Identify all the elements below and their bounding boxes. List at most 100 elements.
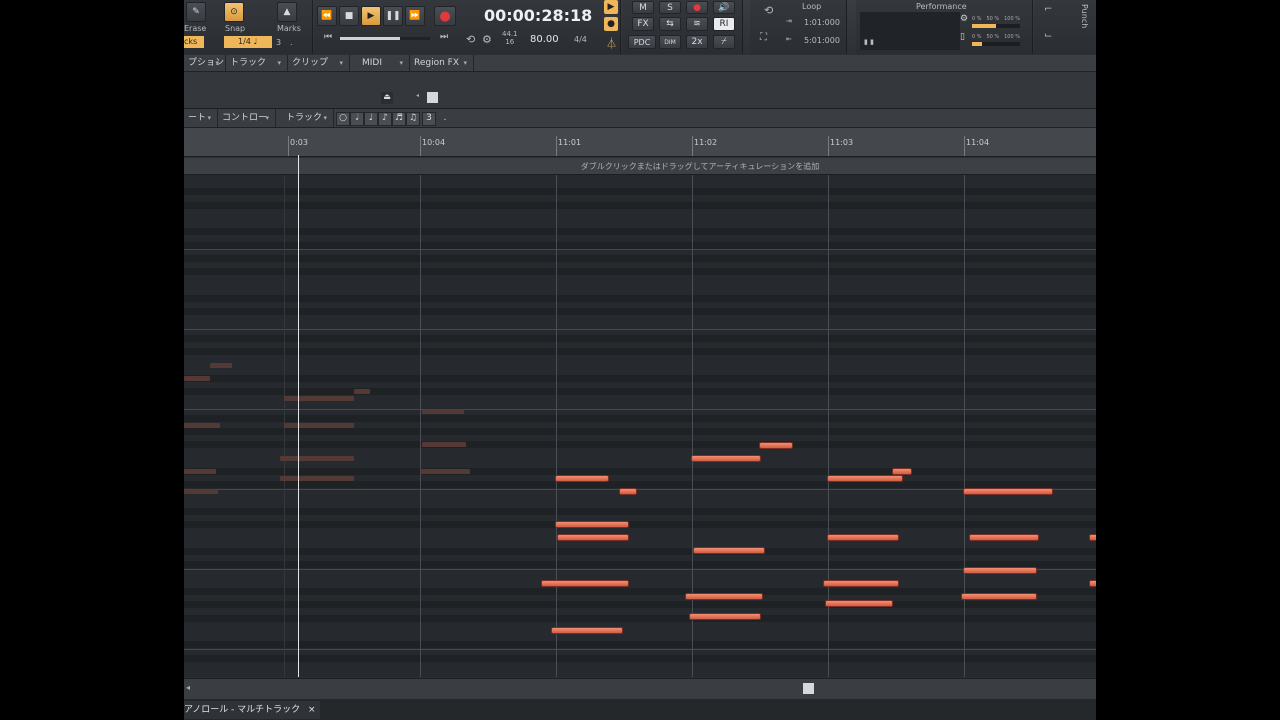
loop-end[interactable]: 5:01:000 <box>804 36 840 45</box>
track-menu[interactable]: トラック ▾ <box>226 55 288 71</box>
midi-note[interactable] <box>1090 535 1096 540</box>
time-ruler[interactable]: 0:03 10:04 11:01 11:02 11:03 11:04 <box>184 128 1096 157</box>
automation-button[interactable]: ≋ <box>686 17 708 31</box>
midi-note[interactable] <box>828 476 902 481</box>
clip-menu[interactable]: クリップ ▾ <box>288 55 350 71</box>
midi-note[interactable] <box>964 489 1052 494</box>
speaker-icon: 🔊 <box>718 2 730 13</box>
region-fx-menu[interactable]: Region FX ▾ <box>410 55 474 71</box>
midi-note[interactable] <box>692 456 760 461</box>
double-speed-button[interactable]: 2x <box>686 35 708 49</box>
loop-toggle-icon[interactable]: ⟲ <box>764 4 773 17</box>
horizontal-scrollbar[interactable]: ◂ <box>184 678 1096 699</box>
snap-button[interactable]: ⊙ <box>224 2 244 22</box>
midi-note[interactable] <box>826 601 892 606</box>
go-to-start-icon[interactable]: ⏮ <box>324 32 332 42</box>
options-menu[interactable]: プション ▾ <box>184 55 226 71</box>
record-button[interactable]: ● <box>434 6 456 26</box>
pdc-button[interactable]: PDC <box>628 35 656 49</box>
input-echo-button[interactable]: 🔊 <box>713 1 735 14</box>
time-display[interactable]: 00:00:28:18 <box>484 6 592 25</box>
thirty-second-note-icon[interactable]: ♫ <box>406 112 420 126</box>
midi-note[interactable] <box>824 581 898 586</box>
loop-sync-icon[interactable]: ⟲ <box>466 33 475 46</box>
fast-forward-button[interactable]: ⏩ <box>405 6 425 26</box>
solo-button[interactable]: S <box>659 1 681 14</box>
dim-button[interactable]: DIM <box>659 35 681 49</box>
punch-out-icon[interactable]: ⌙ <box>1044 30 1052 41</box>
triplet-button[interactable]: 3 <box>422 112 436 126</box>
midi-note[interactable] <box>964 568 1036 573</box>
quarter-note-icon[interactable]: ♩ <box>364 112 378 126</box>
piano-roll-tab[interactable]: アノロール - マルチトラック × <box>184 701 320 719</box>
black-key-lane <box>184 295 1096 302</box>
midi-note[interactable] <box>970 535 1038 540</box>
loop-fit-icon[interactable]: ⛶ <box>760 32 767 43</box>
stop-button[interactable]: ■ <box>339 6 359 26</box>
midi-note[interactable] <box>620 489 636 494</box>
play-button[interactable]: ▶ <box>361 6 381 26</box>
scrub-slider[interactable] <box>340 37 430 40</box>
midi-note[interactable] <box>760 443 792 448</box>
scroll-left-icon[interactable]: ◂ <box>186 683 190 692</box>
midi-note[interactable] <box>962 594 1036 599</box>
erase-tool-button[interactable]: ✎ <box>186 2 206 22</box>
loop-start[interactable]: 1:01:000 <box>804 18 840 27</box>
ghost-note <box>184 376 210 381</box>
midi-note[interactable] <box>690 614 760 619</box>
arm-button[interactable]: ● <box>686 1 708 14</box>
ghost-note <box>280 456 354 461</box>
rewind-button[interactable]: ⏪ <box>317 6 337 26</box>
playhead[interactable] <box>298 155 299 677</box>
midi-note[interactable] <box>552 628 622 633</box>
close-tab-icon[interactable]: × <box>308 705 316 715</box>
sixteenth-note-icon[interactable]: ♬ <box>392 112 406 126</box>
black-key-lane <box>184 335 1096 342</box>
collapse-arrow-icon[interactable]: ◂ <box>416 92 419 99</box>
controllers-menu[interactable]: コントローラ▾ <box>218 109 276 141</box>
ri-button[interactable]: RI <box>713 17 735 31</box>
control-bar: ✎ Erase ⊙ Snap ▲ Marks cks 1/4 ♩ 3 . ⏪ ■… <box>184 0 1096 56</box>
go-to-end-icon[interactable]: ⏭ <box>440 32 448 42</box>
disable-fx-button[interactable]: ⌿ <box>713 35 735 49</box>
auto-punch-icon[interactable]: ▶ <box>604 0 618 14</box>
midi-note[interactable] <box>893 469 911 474</box>
midi-note[interactable] <box>558 535 628 540</box>
tracks-menu[interactable]: トラック ▾ <box>282 109 334 127</box>
tempo-display[interactable]: 80.00 <box>530 34 559 45</box>
pause-button[interactable]: ❚❚ <box>383 6 403 26</box>
tracks-toggle[interactable]: cks <box>184 36 204 48</box>
midi-note[interactable] <box>542 581 628 586</box>
snap-value-select[interactable]: 1/4 ♩ <box>224 36 272 48</box>
punch-in-icon[interactable]: ⌐ <box>1044 4 1052 15</box>
notes-menu[interactable]: ート ▾ <box>184 109 218 127</box>
dotted-button[interactable]: . <box>438 112 452 126</box>
whole-note-icon[interactable]: ○ <box>336 112 350 126</box>
input-monitor-button[interactable]: ⇆ <box>659 17 681 31</box>
meter-display[interactable]: 4/4 <box>574 35 587 44</box>
note-grid[interactable] <box>184 175 1096 677</box>
articulation-lane[interactable]: ダブルクリックまたはドラッグしてアーティキュレーションを追加 <box>184 158 1096 175</box>
midi-note[interactable] <box>556 476 608 481</box>
midi-note[interactable] <box>686 594 762 599</box>
marks-button[interactable]: ▲ <box>277 2 297 22</box>
snap-dotted-toggle[interactable]: . <box>290 38 293 47</box>
eighth-note-icon[interactable]: ♪ <box>378 112 392 126</box>
record-mode-icon[interactable]: ● <box>604 17 618 31</box>
midi-note[interactable] <box>694 548 764 553</box>
mute-button[interactable]: M <box>632 1 654 14</box>
scroll-thumb[interactable] <box>803 683 814 694</box>
view-toggle-button[interactable] <box>427 92 438 103</box>
midi-note[interactable] <box>1090 581 1096 586</box>
snap-triplet-toggle[interactable]: 3 <box>276 38 281 47</box>
metronome-icon[interactable]: ⏃ <box>606 35 617 51</box>
ghost-note <box>280 476 354 481</box>
half-note-icon[interactable]: 𝅗𝅥 <box>350 112 364 126</box>
midi-note[interactable] <box>828 535 898 540</box>
ghost-note <box>210 363 232 368</box>
fx-button[interactable]: FX <box>632 17 654 31</box>
midi-menu[interactable]: MIDI ▾ <box>350 55 410 71</box>
audio-engine-icon[interactable]: ⚙ <box>482 33 492 46</box>
eject-icon[interactable]: ⏏ <box>381 92 393 104</box>
midi-note[interactable] <box>556 522 628 527</box>
